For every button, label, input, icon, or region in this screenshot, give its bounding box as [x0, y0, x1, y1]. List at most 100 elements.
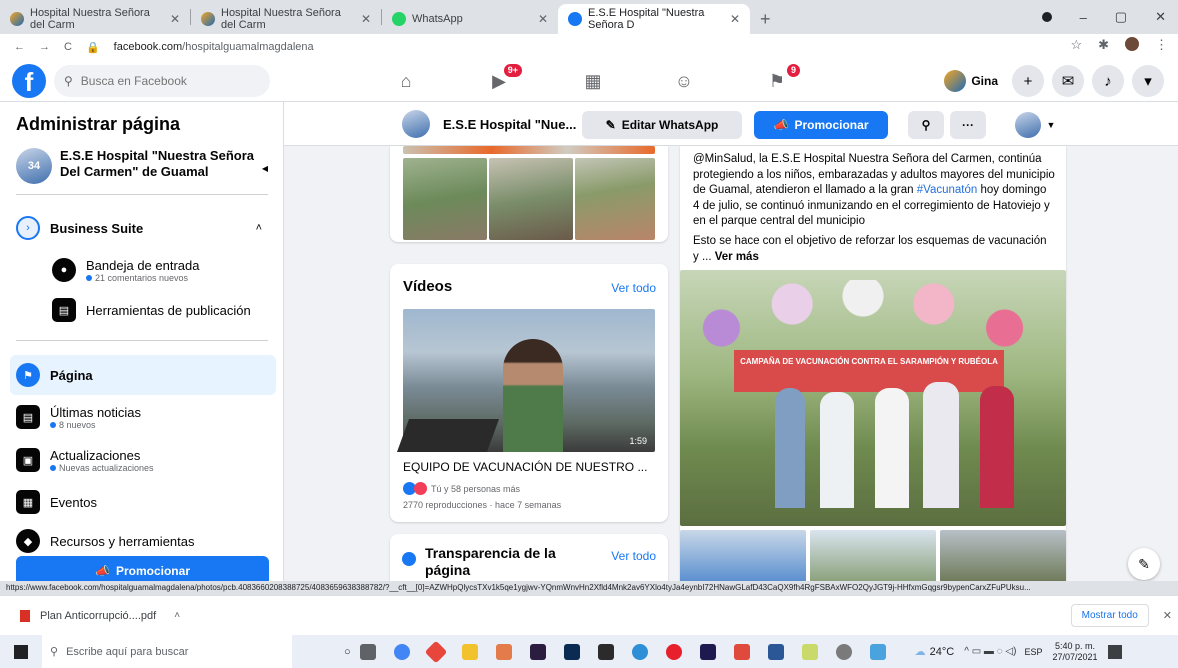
- photo-thumbnail[interactable]: [489, 158, 573, 240]
- windows-start-icon[interactable]: [14, 644, 28, 659]
- premiere-icon[interactable]: [699, 643, 716, 660]
- forward-icon[interactable]: →: [39, 41, 50, 53]
- url-field[interactable]: facebook.com/hospitalguamalmagdalena: [114, 41, 314, 53]
- show-all-downloads-button[interactable]: Mostrar todo: [1070, 604, 1149, 627]
- chevron-up-icon[interactable]: ˄: [256, 222, 262, 234]
- notifications-icon[interactable]: ♪: [1092, 65, 1124, 97]
- video-reactions[interactable]: Tú y 58 personas más: [403, 482, 520, 495]
- photo-thumbnail[interactable]: [810, 530, 936, 582]
- sidebar-item-page[interactable]: ⚑ Página: [10, 355, 276, 395]
- video-thumbnail[interactable]: 1:59: [396, 309, 655, 452]
- maximize-button[interactable]: ▢: [1115, 9, 1127, 25]
- app-icon[interactable]: [424, 640, 447, 663]
- messenger-icon[interactable]: ✉: [1052, 65, 1084, 97]
- edge-icon[interactable]: [631, 643, 648, 660]
- sidebar-item-events[interactable]: ▦ Eventos: [10, 482, 276, 522]
- promote-button[interactable]: 📣 Promocionar: [16, 556, 269, 582]
- app-icon[interactable]: [495, 643, 512, 660]
- browser-tab[interactable]: Hospital Nuestra Señora del Carm ✕: [191, 4, 381, 34]
- home-icon[interactable]: ⌂: [393, 68, 419, 94]
- cortana-icon[interactable]: ○: [344, 646, 351, 658]
- search-page-button[interactable]: ⚲: [908, 111, 944, 139]
- close-tab-icon[interactable]: ✕: [538, 12, 548, 26]
- more-options-button[interactable]: ···: [950, 111, 986, 139]
- weather-widget[interactable]: ☁ 24°C: [915, 645, 955, 659]
- sidebar-item-business-suite[interactable]: › Business Suite ˄: [10, 208, 276, 248]
- see-more-link[interactable]: Ver más: [715, 251, 759, 263]
- notifications-center-icon[interactable]: [1107, 644, 1122, 659]
- extension-icon[interactable]: [1041, 12, 1052, 22]
- marketplace-icon[interactable]: ▦: [580, 68, 606, 94]
- account-menu-icon[interactable]: ▾: [1132, 65, 1164, 97]
- pages-icon[interactable]: ⚑ 9: [764, 64, 800, 94]
- avatar[interactable]: [1125, 37, 1139, 51]
- edit-whatsapp-label: Editar WhatsApp: [621, 118, 719, 132]
- reload-icon[interactable]: C: [64, 41, 72, 53]
- minimize-button[interactable]: –: [1080, 10, 1087, 25]
- photo-thumbnail[interactable]: [403, 158, 487, 240]
- manage-page-sidebar: Administrar página 34 E.S.E Hospital "Nu…: [0, 102, 284, 582]
- browser-tab[interactable]: Hospital Nuestra Señora del Carm ✕: [0, 4, 190, 34]
- lock-icon[interactable]: 🔒: [86, 41, 100, 54]
- sidebar-item-resources[interactable]: ◆ Recursos y herramientas: [10, 521, 276, 561]
- sidebar-item-updates[interactable]: ▣ Actualizaciones Nuevas actualizaciones: [10, 440, 276, 480]
- new-message-icon[interactable]: ✎: [1128, 548, 1160, 580]
- watch-icon[interactable]: ▶ 9+: [486, 64, 522, 94]
- info-icon: [402, 552, 416, 566]
- page-selector[interactable]: 34 E.S.E Hospital "Nuestra Señora Del Ca…: [16, 148, 276, 184]
- facebook-logo-icon[interactable]: f: [12, 64, 46, 98]
- new-tab-button[interactable]: +: [750, 4, 781, 34]
- illustrator-icon[interactable]: [529, 643, 546, 660]
- back-icon[interactable]: ←: [14, 41, 25, 53]
- word-icon[interactable]: [767, 643, 784, 660]
- search-input[interactable]: [80, 74, 251, 88]
- hashtag-link[interactable]: #Vacunatón: [917, 184, 978, 196]
- file-explorer-icon[interactable]: [461, 643, 478, 660]
- tray-icons[interactable]: ^ ▭ ▬ ◌ ◁): [964, 646, 1016, 657]
- photo-thumbnail[interactable]: [940, 530, 1066, 582]
- promote-header-button[interactable]: 📣 Promocionar: [754, 111, 888, 139]
- photo-thumbnail[interactable]: [575, 158, 655, 240]
- browser-tab[interactable]: WhatsApp ✕: [382, 4, 558, 34]
- video-title[interactable]: EQUIPO DE VACUNACIÓN DE NUESTRO ...: [403, 460, 659, 474]
- opera-icon[interactable]: [665, 643, 682, 660]
- menu-icon[interactable]: ⋮: [1155, 37, 1168, 53]
- close-tab-icon[interactable]: ✕: [730, 12, 740, 26]
- sidebar-item-publishing-tools[interactable]: ▤ Herramientas de publicación: [46, 290, 276, 330]
- edit-whatsapp-button[interactable]: ✎ Editar WhatsApp: [582, 111, 742, 139]
- language-indicator[interactable]: ESP: [1024, 647, 1042, 657]
- transparency-see-all-link[interactable]: Ver todo: [611, 549, 656, 563]
- profile-chip[interactable]: Gina: [944, 70, 1004, 92]
- task-view-icon[interactable]: [359, 643, 376, 660]
- close-window-button[interactable]: ✕: [1155, 9, 1166, 25]
- voice-selector[interactable]: ▼: [1012, 111, 1058, 139]
- extensions-icon[interactable]: ✱: [1098, 37, 1109, 53]
- browser-tab-active[interactable]: E.S.E Hospital "Nuestra Señora D ✕: [558, 4, 750, 34]
- settings-icon[interactable]: [835, 643, 852, 660]
- acrobat-icon[interactable]: [733, 643, 750, 660]
- clock[interactable]: 5:40 p. m. 27/07/2021: [1052, 641, 1097, 663]
- close-tab-icon[interactable]: ✕: [361, 12, 371, 26]
- close-downloads-icon[interactable]: ✕: [1163, 609, 1172, 622]
- post-card: @MinSalud, la E.S.E Hospital Nuestra Señ…: [680, 146, 1066, 582]
- love-icon: [414, 482, 427, 495]
- create-button[interactable]: +: [1012, 65, 1044, 97]
- post-photo[interactable]: CAMPAÑA DE VACUNACIÓN CONTRA EL SARAMPIÓ…: [680, 270, 1066, 526]
- taskbar-search[interactable]: ⚲ Escribe aquí para buscar: [42, 635, 292, 668]
- chevron-up-icon[interactable]: ˄: [174, 610, 180, 621]
- app-icon[interactable]: [869, 643, 886, 660]
- star-icon[interactable]: ☆: [1070, 37, 1082, 53]
- app-icon[interactable]: [801, 643, 818, 660]
- search-box[interactable]: ⚲: [54, 65, 270, 97]
- groups-icon[interactable]: ☺: [671, 68, 697, 94]
- store-icon[interactable]: [597, 643, 614, 660]
- download-file-name[interactable]: Plan Anticorrupció....pdf: [40, 610, 156, 622]
- videos-see-all-link[interactable]: Ver todo: [611, 281, 656, 295]
- page-header-name[interactable]: E.S.E Hospital "Nue...: [443, 117, 576, 132]
- photo-thumbnail[interactable]: [680, 530, 806, 582]
- chrome-icon[interactable]: [393, 643, 410, 660]
- sidebar-item-inbox[interactable]: ● Bandeja de entrada 21 comentarios nuev…: [46, 250, 276, 290]
- close-tab-icon[interactable]: ✕: [170, 12, 180, 26]
- photoshop-icon[interactable]: [563, 643, 580, 660]
- sidebar-item-news[interactable]: ▤ Últimas noticias 8 nuevos: [10, 397, 276, 437]
